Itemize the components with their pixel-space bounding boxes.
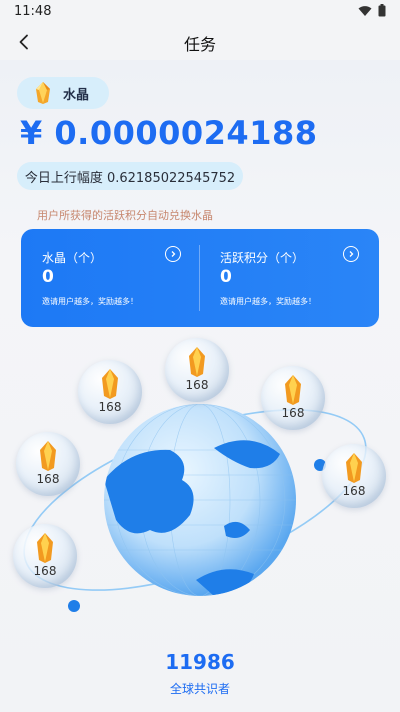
crystal-icon bbox=[40, 441, 56, 471]
crystal-amount: ¥ 0.0000024188 bbox=[20, 114, 318, 152]
crystal-chip: 水晶 bbox=[17, 77, 109, 109]
stat-label: 水晶（个） bbox=[42, 251, 103, 265]
stat-hint: 邀请用户越多，奖励越多！ bbox=[220, 297, 316, 306]
crystal-icon bbox=[102, 369, 118, 399]
exchange-note: 用户所获得的活跃积分自动兑换水晶 bbox=[37, 209, 213, 222]
crystal-icon bbox=[189, 347, 205, 377]
stat-crystal[interactable]: 水晶（个） 0 邀请用户越多，奖励越多！ bbox=[21, 229, 199, 327]
crystal-icon bbox=[285, 375, 301, 405]
bubble-value: 168 bbox=[281, 406, 305, 420]
crystal-label: 水晶 bbox=[63, 87, 90, 103]
consensus-count: 11986 bbox=[165, 650, 235, 674]
daily-rate-pill: 今日上行幅度 0.62185022545752 bbox=[17, 162, 243, 190]
stat-hint: 邀请用户越多，奖励越多！ bbox=[42, 297, 138, 306]
stat-label: 活跃积分（个） bbox=[220, 251, 305, 265]
bubble-value: 168 bbox=[98, 400, 122, 414]
consensus-label: 全球共识者 bbox=[169, 682, 230, 696]
crystal-bubble[interactable]: 168 bbox=[322, 444, 386, 508]
status-icons bbox=[358, 4, 386, 17]
stat-active-points[interactable]: 活跃积分（个） 0 邀请用户越多，奖励越多！ bbox=[199, 229, 377, 327]
crystal-bubble[interactable]: 168 bbox=[13, 524, 77, 588]
bubble-value: 168 bbox=[185, 378, 209, 392]
crystal-icon bbox=[37, 533, 53, 563]
stat-value: 0 bbox=[42, 267, 54, 287]
bubble-value: 168 bbox=[342, 484, 366, 498]
stats-card: 水晶（个） 0 邀请用户越多，奖励越多！ 活跃积分（个） 0 邀请用户越多，奖励… bbox=[21, 229, 379, 327]
crystal-bubble[interactable]: 168 bbox=[165, 338, 229, 402]
crystal-bubble[interactable]: 168 bbox=[261, 366, 325, 430]
crystal-bubble[interactable]: 168 bbox=[78, 360, 142, 424]
bubble-value: 168 bbox=[33, 564, 57, 578]
chevron-right-icon[interactable] bbox=[343, 246, 359, 262]
crystal-icon bbox=[36, 82, 50, 104]
status-time: 11:48 bbox=[14, 4, 52, 19]
page-title: 任务 bbox=[183, 35, 216, 54]
status-bar: 11:48 bbox=[0, 0, 400, 24]
battery-icon bbox=[378, 4, 386, 17]
chevron-right-icon[interactable] bbox=[165, 246, 181, 262]
wifi-icon bbox=[358, 5, 372, 16]
bubble-value: 168 bbox=[36, 472, 60, 486]
crystal-bubble[interactable]: 168 bbox=[16, 432, 80, 496]
crystal-icon bbox=[346, 453, 362, 483]
stat-value: 0 bbox=[220, 267, 232, 287]
header: 任务 bbox=[0, 24, 400, 60]
